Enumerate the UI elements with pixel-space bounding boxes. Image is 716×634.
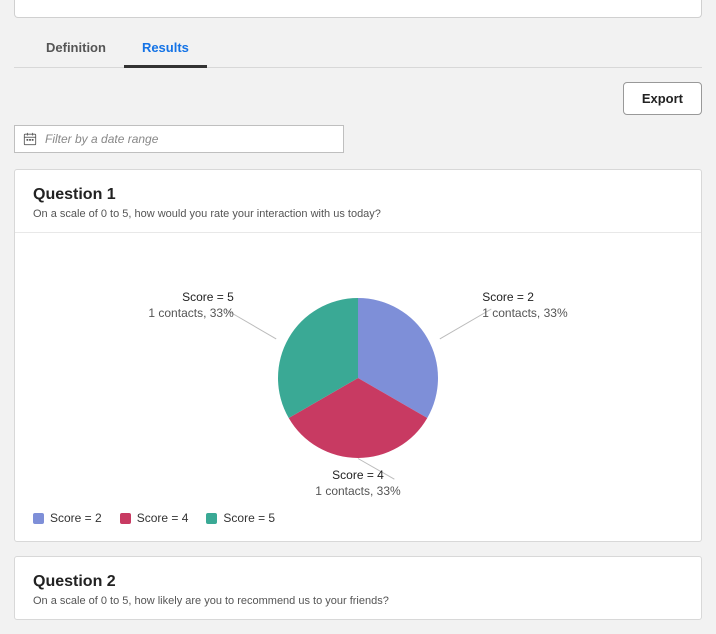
question-1-header: Question 1 On a scale of 0 to 5, how wou… — [15, 170, 701, 233]
legend-swatch — [206, 513, 217, 524]
pie-chart — [278, 298, 438, 458]
question-1-chart: Score = 2 1 contacts, 33% Score = 5 1 co… — [15, 233, 701, 511]
slice-label-line1: Score = 4 — [315, 467, 400, 483]
tab-results[interactable]: Results — [124, 28, 207, 67]
question-2-subtitle: On a scale of 0 to 5, how likely are you… — [33, 595, 683, 607]
calendar-icon — [23, 132, 37, 146]
question-2-title: Question 2 — [33, 573, 683, 591]
legend-swatch — [33, 513, 44, 524]
slice-label-line2: 1 contacts, 33% — [148, 305, 233, 321]
slice-label-line2: 1 contacts, 33% — [315, 483, 400, 499]
legend-item-score-4: Score = 4 — [120, 511, 189, 525]
legend-label: Score = 5 — [223, 511, 275, 525]
date-filter-placeholder: Filter by a date range — [45, 132, 158, 146]
slice-label-score-2: Score = 2 1 contacts, 33% — [482, 289, 567, 321]
question-1-card: Question 1 On a scale of 0 to 5, how wou… — [14, 169, 702, 542]
slice-label-line1: Score = 5 — [148, 289, 233, 305]
legend-item-score-5: Score = 5 — [206, 511, 275, 525]
toolbar: Export — [14, 68, 702, 125]
question-1-subtitle: On a scale of 0 to 5, how would you rate… — [33, 208, 683, 220]
export-button[interactable]: Export — [623, 82, 702, 115]
legend-label: Score = 2 — [50, 511, 102, 525]
slice-label-score-5: Score = 5 1 contacts, 33% — [148, 289, 233, 321]
tabs-bar: Definition Results — [14, 28, 702, 68]
question-2-card: Question 2 On a scale of 0 to 5, how lik… — [14, 556, 702, 620]
legend-item-score-2: Score = 2 — [33, 511, 102, 525]
slice-label-score-4: Score = 4 1 contacts, 33% — [315, 467, 400, 499]
filter-row: Filter by a date range — [14, 125, 702, 153]
slice-label-line2: 1 contacts, 33% — [482, 305, 567, 321]
slice-label-line1: Score = 2 — [482, 289, 567, 305]
question-2-header: Question 2 On a scale of 0 to 5, how lik… — [15, 557, 701, 619]
tab-definition[interactable]: Definition — [28, 28, 124, 67]
previous-card-tail — [14, 0, 702, 18]
legend-label: Score = 4 — [137, 511, 189, 525]
question-1-title: Question 1 — [33, 186, 683, 204]
date-filter-input[interactable]: Filter by a date range — [14, 125, 344, 153]
legend-swatch — [120, 513, 131, 524]
question-1-legend: Score = 2 Score = 4 Score = 5 — [15, 511, 701, 541]
